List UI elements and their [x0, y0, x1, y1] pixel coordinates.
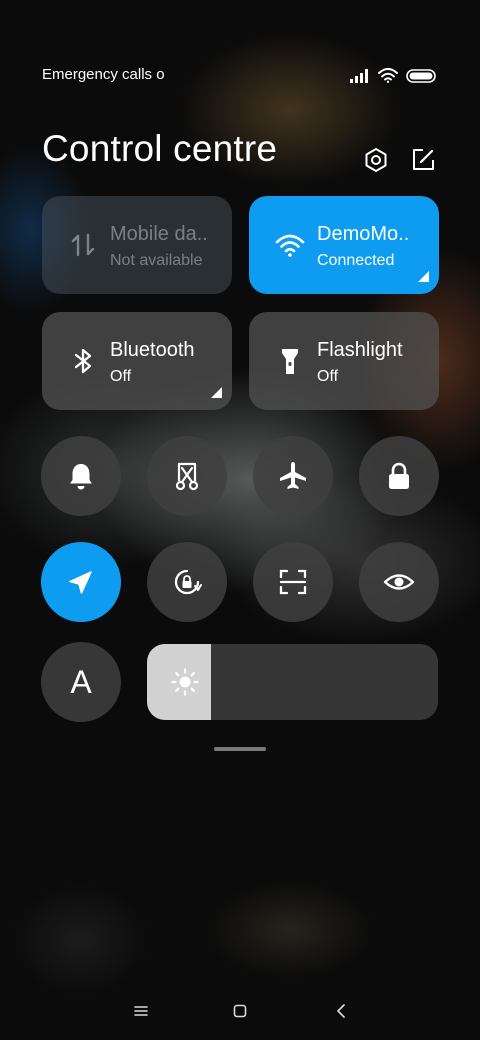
tile-status: Not available — [110, 252, 203, 269]
airplane-icon — [280, 462, 306, 489]
settings-icon[interactable] — [362, 146, 390, 174]
toggle-rotation-lock[interactable] — [147, 542, 227, 622]
tile-label: DemoMo.. — [317, 223, 410, 245]
recents-button[interactable] — [126, 996, 156, 1026]
wifi-icon — [378, 68, 398, 83]
carrier-text: Emergency calls o — [42, 66, 165, 83]
auto-brightness-label: A — [70, 664, 92, 700]
edit-icon[interactable] — [409, 146, 437, 174]
sun-icon — [171, 668, 199, 696]
battery-icon — [406, 68, 436, 83]
home-icon — [233, 1004, 247, 1018]
tile-flashlight[interactable]: Flashlight Off — [249, 312, 439, 410]
signal-icon — [350, 68, 368, 83]
menu-icon — [134, 1006, 148, 1016]
toggle-mute[interactable] — [41, 436, 121, 516]
tile-label: Bluetooth — [110, 339, 195, 361]
rotation-lock-icon — [174, 569, 202, 595]
toggle-screenshot[interactable] — [147, 436, 227, 516]
tile-label: Flashlight — [317, 339, 403, 361]
toggle-airplane[interactable] — [253, 436, 333, 516]
expand-corner-icon[interactable] — [211, 387, 222, 398]
back-icon — [337, 1004, 345, 1018]
toggle-lock-screen[interactable] — [359, 436, 439, 516]
mobile-data-icon — [71, 233, 95, 257]
toggle-reading-mode[interactable] — [359, 542, 439, 622]
eye-icon — [383, 574, 415, 590]
auto-brightness-button[interactable]: A — [41, 642, 121, 722]
brightness-slider[interactable] — [147, 644, 438, 720]
location-icon — [69, 571, 92, 594]
flashlight-icon — [282, 349, 298, 374]
home-button[interactable] — [225, 996, 255, 1026]
tile-label: Mobile da.. — [110, 223, 208, 245]
toggle-location[interactable] — [41, 542, 121, 622]
page-title: Control centre — [42, 128, 278, 169]
tile-status: Off — [110, 368, 132, 385]
tile-status: Connected — [317, 252, 395, 269]
expand-corner-icon[interactable] — [418, 271, 429, 282]
status-bar: Emergency calls o — [42, 66, 436, 88]
toggle-scanner[interactable] — [253, 542, 333, 622]
status-icons — [350, 68, 436, 83]
tile-status: Off — [317, 368, 339, 385]
screenshot-scissors-icon — [175, 462, 199, 491]
tile-mobile-data[interactable]: Mobile da.. Not available — [42, 196, 232, 294]
wifi-icon — [275, 234, 305, 257]
tile-wifi[interactable]: DemoMo.. Connected — [249, 196, 439, 294]
scan-icon — [279, 569, 307, 595]
lock-icon — [389, 462, 409, 489]
drag-handle[interactable] — [214, 747, 266, 751]
bell-icon — [70, 464, 92, 490]
tile-bluetooth[interactable]: Bluetooth Off — [42, 312, 232, 410]
bluetooth-icon — [74, 348, 92, 374]
back-button[interactable] — [326, 996, 356, 1026]
